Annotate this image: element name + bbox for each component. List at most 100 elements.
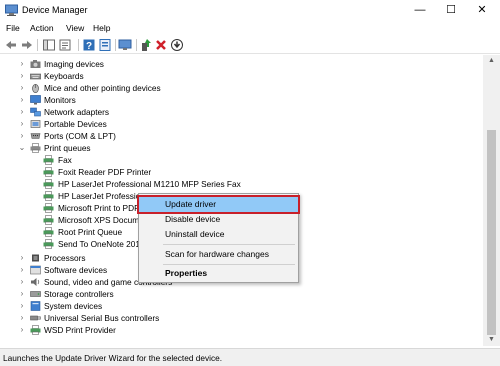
tree-item-mice[interactable]: › Mice and other pointing devices bbox=[0, 82, 483, 94]
collapse-chevron-icon[interactable]: ⌄ bbox=[18, 143, 26, 153]
menu-bar: File Action View Help bbox=[0, 22, 500, 36]
portable-device-icon bbox=[30, 120, 41, 128]
tree-item-label: Root Print Queue bbox=[58, 227, 123, 237]
expand-chevron-icon[interactable]: › bbox=[18, 325, 26, 335]
tree-item-wsd-print-provider[interactable]: › WSD Print Provider bbox=[0, 324, 483, 336]
help-icon[interactable]: ? bbox=[82, 38, 96, 52]
menu-separator bbox=[163, 264, 295, 265]
title-bar: Device Manager — ☐ ✕ bbox=[0, 0, 500, 22]
sound-icon bbox=[31, 278, 40, 286]
tree-item-label: Print queues bbox=[44, 143, 91, 153]
show-hide-console-tree-icon[interactable] bbox=[42, 38, 56, 52]
tree-item-label: Portable Devices bbox=[44, 119, 107, 129]
tree-item-label: Fax bbox=[58, 155, 72, 165]
menu-view[interactable]: View bbox=[66, 23, 84, 33]
expand-chevron-icon[interactable]: › bbox=[18, 119, 26, 129]
update-driver-icon[interactable] bbox=[139, 38, 153, 52]
status-bar: Launches the Update Driver Wizard for th… bbox=[0, 348, 500, 366]
expand-chevron-icon[interactable]: › bbox=[18, 313, 26, 323]
tree-item-label: System devices bbox=[44, 301, 103, 311]
expand-chevron-icon[interactable]: › bbox=[18, 131, 26, 141]
usb-icon bbox=[30, 315, 41, 321]
scroll-up-arrow-icon[interactable]: ▲ bbox=[483, 55, 500, 67]
print-queue-icon bbox=[43, 191, 54, 201]
network-icon bbox=[30, 107, 41, 117]
tree-item-network-adapters[interactable]: › Network adapters bbox=[0, 106, 483, 118]
tree-item-label: Processors bbox=[44, 253, 86, 263]
tree-subitem-fax[interactable]: Fax bbox=[0, 154, 483, 166]
expand-chevron-icon[interactable]: › bbox=[18, 71, 26, 81]
tree-item-label: Software devices bbox=[44, 265, 108, 275]
tree-item-label: Imaging devices bbox=[44, 59, 104, 69]
camera-icon bbox=[30, 60, 41, 68]
tree-subitem-foxit[interactable]: Foxit Reader PDF Printer bbox=[0, 166, 483, 178]
tree-item-portable-devices[interactable]: › Portable Devices bbox=[0, 118, 483, 130]
tree-subitem-hp-fax[interactable]: HP LaserJet Professional M1210 MFP Serie… bbox=[0, 178, 483, 190]
print-queue-icon bbox=[43, 215, 54, 225]
print-queue-icon bbox=[43, 239, 54, 249]
expand-chevron-icon[interactable]: › bbox=[18, 59, 26, 69]
maximize-button[interactable]: ☐ bbox=[436, 0, 466, 20]
properties-icon[interactable] bbox=[58, 38, 72, 52]
system-device-icon bbox=[30, 301, 41, 311]
tree-item-label: Microsoft Print to PDF bbox=[58, 203, 140, 213]
tree-item-system-devices[interactable]: › System devices bbox=[0, 300, 483, 312]
expand-chevron-icon[interactable]: › bbox=[18, 289, 26, 299]
scan-hardware-icon[interactable] bbox=[118, 38, 132, 52]
monitor-icon bbox=[30, 95, 41, 105]
tree-item-label: WSD Print Provider bbox=[44, 325, 116, 335]
update-driver-menu-item[interactable]: Update driver bbox=[137, 195, 300, 214]
scroll-thumb[interactable] bbox=[487, 130, 496, 335]
print-queue-icon bbox=[43, 203, 54, 213]
menu-action[interactable]: Action bbox=[30, 23, 54, 33]
expand-chevron-icon[interactable]: › bbox=[18, 107, 26, 117]
back-icon[interactable] bbox=[4, 38, 18, 52]
tree-item-ports[interactable]: › Ports (COM & LPT) bbox=[0, 130, 483, 142]
keyboard-icon bbox=[30, 73, 41, 80]
device-manager-icon bbox=[5, 4, 18, 16]
expand-chevron-icon[interactable]: › bbox=[18, 277, 26, 287]
status-text: Launches the Update Driver Wizard for th… bbox=[3, 353, 223, 363]
close-button[interactable]: ✕ bbox=[467, 0, 497, 20]
scroll-down-arrow-icon[interactable]: ▼ bbox=[483, 334, 500, 346]
properties-sheet-icon[interactable] bbox=[98, 38, 112, 52]
tree-item-keyboards[interactable]: › Keyboards bbox=[0, 70, 483, 82]
minimize-button[interactable]: — bbox=[405, 0, 435, 20]
tree-item-imaging-devices[interactable]: › Imaging devices bbox=[0, 58, 483, 70]
menu-item-label: Disable device bbox=[165, 214, 221, 224]
printer-icon bbox=[30, 143, 41, 153]
menu-item-label: Update driver bbox=[165, 199, 217, 209]
uninstall-icon[interactable] bbox=[154, 38, 168, 52]
uninstall-device-menu-item[interactable]: Uninstall device bbox=[139, 227, 298, 242]
toolbar: ? bbox=[0, 36, 500, 54]
forward-icon[interactable] bbox=[20, 38, 34, 52]
tree-item-label: HP LaserJet Professional M1210 MFP Serie… bbox=[58, 179, 241, 189]
tree-item-label: Universal Serial Bus controllers bbox=[44, 313, 160, 323]
context-menu: Update driver Disable device Uninstall d… bbox=[137, 193, 300, 283]
tree-item-label: Microsoft XPS Documen bbox=[58, 215, 149, 225]
expand-chevron-icon[interactable]: › bbox=[18, 265, 26, 275]
properties-menu-item[interactable]: Properties bbox=[139, 266, 298, 281]
scan-hardware-menu-item[interactable]: Scan for hardware changes bbox=[139, 247, 298, 262]
tree-item-label: Keyboards bbox=[44, 71, 84, 81]
tree-item-storage-controllers[interactable]: › Storage controllers bbox=[0, 288, 483, 300]
svg-text:?: ? bbox=[86, 41, 92, 52]
tree-item-monitors[interactable]: › Monitors bbox=[0, 94, 483, 106]
vertical-scrollbar[interactable]: ▲ ▼ bbox=[483, 55, 500, 346]
storage-icon bbox=[30, 291, 41, 297]
window-title: Device Manager bbox=[22, 5, 88, 15]
tree-item-label: Network adapters bbox=[44, 107, 110, 117]
expand-chevron-icon[interactable]: › bbox=[18, 301, 26, 311]
download-icon[interactable] bbox=[170, 38, 184, 52]
expand-chevron-icon[interactable]: › bbox=[18, 95, 26, 105]
expand-chevron-icon[interactable]: › bbox=[18, 253, 26, 263]
tree-item-print-queues[interactable]: ⌄ Print queues bbox=[0, 142, 483, 154]
print-queue-icon bbox=[43, 179, 54, 189]
menu-file[interactable]: File bbox=[6, 23, 20, 33]
expand-chevron-icon[interactable]: › bbox=[18, 83, 26, 93]
tree-item-usb-controllers[interactable]: › Universal Serial Bus controllers bbox=[0, 312, 483, 324]
tree-item-label: Mice and other pointing devices bbox=[44, 83, 161, 93]
disable-device-menu-item[interactable]: Disable device bbox=[139, 212, 298, 227]
menu-help[interactable]: Help bbox=[93, 23, 110, 33]
menu-separator bbox=[163, 244, 295, 245]
